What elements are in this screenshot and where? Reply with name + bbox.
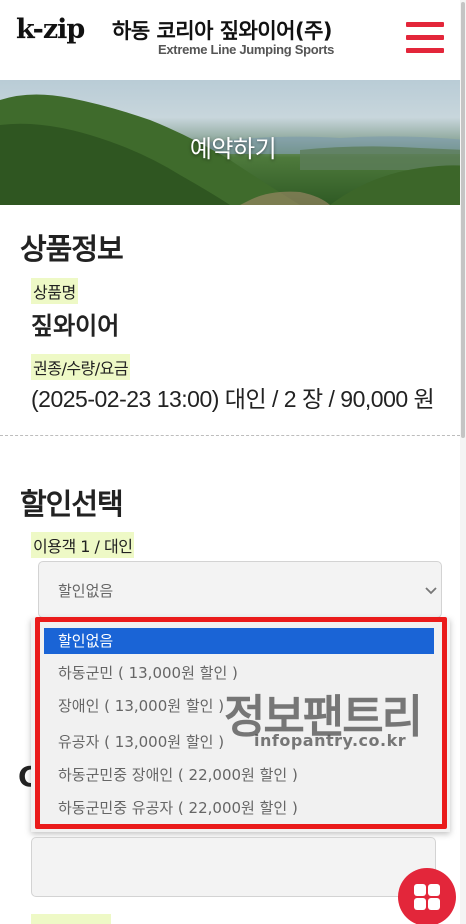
page-title: 예약하기: [189, 135, 277, 163]
option-resident-veteran[interactable]: 하동군민중 유공자 ( 22,000원 할인 ): [44, 795, 434, 821]
product-name-label: 상품명: [31, 278, 78, 304]
grid-apps-icon[interactable]: [398, 868, 456, 924]
chevron-down-icon: [425, 587, 437, 595]
product-name: 짚와이어: [31, 312, 120, 340]
ticket-info-label: 권종/수량/요금: [31, 354, 131, 380]
brand-logo[interactable]: k-zip: [16, 14, 85, 45]
passenger-label: 이용객 1 / 대인: [31, 532, 135, 558]
company-subtitle: Extreme Line Jumping Sports: [158, 42, 335, 57]
request-textarea[interactable]: [31, 837, 436, 897]
option-resident-disabled[interactable]: 하동군민중 장애인 ( 22,000원 할인 ): [44, 762, 434, 788]
product-section-title: 상품정보: [20, 232, 124, 266]
hero-banner: 예약하기: [0, 80, 466, 205]
discount-section-title: 할인선택: [20, 487, 124, 521]
ticket-info: (2025-02-23 13:00) 대인 / 2 장 / 90,000 원: [31, 386, 435, 412]
site-header: k-zip 하동 코리아 짚와이어(주) Extreme Line Jumpin…: [0, 0, 466, 80]
discount-select[interactable]: 할인없음: [38, 561, 442, 618]
next-field-label: [31, 914, 111, 924]
option-no-discount[interactable]: 할인없음: [44, 628, 434, 654]
select-current-value: 할인없음: [58, 582, 114, 600]
section-divider: [0, 435, 460, 436]
company-title[interactable]: 하동 코리아 짚와이어(주): [112, 15, 333, 45]
scrollbar-thumb[interactable]: [461, 2, 465, 438]
watermark-url: infopantry.co.kr: [254, 731, 407, 750]
hamburger-menu-icon[interactable]: [406, 22, 444, 54]
